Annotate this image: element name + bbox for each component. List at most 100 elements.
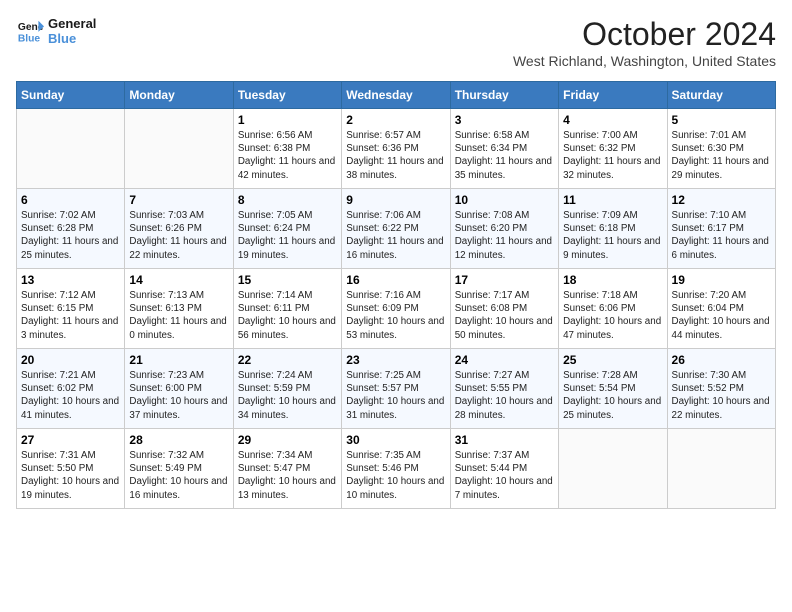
calendar-cell: 15 Sunrise: 7:14 AM Sunset: 6:11 PM Dayli…	[233, 269, 341, 349]
day-number: 31	[455, 433, 554, 447]
day-number: 11	[563, 193, 662, 207]
day-number: 30	[346, 433, 445, 447]
calendar-cell: 6 Sunrise: 7:02 AM Sunset: 6:28 PM Daylig…	[17, 189, 125, 269]
calendar-cell: 28Sunrise: 7:32 AM Sunset: 5:49 PM Dayli…	[125, 429, 233, 509]
cell-info: Sunrise: 7:14 AM Sunset: 6:11 PM Dayligh…	[238, 289, 337, 342]
cell-info: Sunrise: 7:34 AM Sunset: 5:47 PM Dayligh…	[238, 449, 337, 502]
cell-info: Sunrise: 7:21 AM Sunset: 6:02 PM Dayligh…	[21, 369, 120, 422]
weekday-header: Thursday	[450, 82, 558, 109]
cell-info: Sunrise: 6:58 AM Sunset: 6:34 PM Dayligh…	[455, 129, 554, 182]
calendar-cell: 27Sunrise: 7:31 AM Sunset: 5:50 PM Dayli…	[17, 429, 125, 509]
day-number: 21	[129, 353, 228, 367]
weekday-header: Sunday	[17, 82, 125, 109]
day-number: 3	[455, 113, 554, 127]
weekday-header: Saturday	[667, 82, 775, 109]
day-number: 22	[238, 353, 337, 367]
calendar-cell: 21Sunrise: 7:23 AM Sunset: 6:00 PM Dayli…	[125, 349, 233, 429]
calendar-week-row: 13 Sunrise: 7:12 AM Sunset: 6:15 PM Dayli…	[17, 269, 776, 349]
location-title: West Richland, Washington, United States	[513, 53, 776, 69]
cell-info: Sunrise: 7:02 AM Sunset: 6:28 PM Dayligh…	[21, 209, 120, 262]
calendar-cell: 31 Sunrise: 7:37 AM Sunset: 5:44 PM Dayli…	[450, 429, 558, 509]
cell-info: Sunrise: 7:35 AM Sunset: 5:46 PM Dayligh…	[346, 449, 445, 502]
cell-info: Sunrise: 7:37 AM Sunset: 5:44 PM Dayligh…	[455, 449, 554, 502]
calendar-cell: 19 Sunrise: 7:20 AM Sunset: 6:04 PM Dayli…	[667, 269, 775, 349]
cell-info: Sunrise: 7:09 AM Sunset: 6:18 PM Dayligh…	[563, 209, 662, 262]
day-number: 19	[672, 273, 771, 287]
calendar-cell	[667, 429, 775, 509]
calendar-cell: 8 Sunrise: 7:05 AM Sunset: 6:24 PM Daylig…	[233, 189, 341, 269]
day-number: 24	[455, 353, 554, 367]
calendar-cell: 13 Sunrise: 7:12 AM Sunset: 6:15 PM Dayli…	[17, 269, 125, 349]
logo: General Blue General Blue	[16, 16, 96, 46]
day-number: 5	[672, 113, 771, 127]
day-number: 23	[346, 353, 445, 367]
day-number: 14	[129, 273, 228, 287]
calendar-cell: 11 Sunrise: 7:09 AM Sunset: 6:18 PM Dayli…	[559, 189, 667, 269]
weekday-header: Tuesday	[233, 82, 341, 109]
calendar-cell: 5 Sunrise: 7:01 AM Sunset: 6:30 PM Daylig…	[667, 109, 775, 189]
calendar-cell: 14 Sunrise: 7:13 AM Sunset: 6:13 PM Dayli…	[125, 269, 233, 349]
day-number: 9	[346, 193, 445, 207]
cell-info: Sunrise: 7:10 AM Sunset: 6:17 PM Dayligh…	[672, 209, 771, 262]
calendar-cell: 22Sunrise: 7:24 AM Sunset: 5:59 PM Dayli…	[233, 349, 341, 429]
day-number: 25	[563, 353, 662, 367]
cell-info: Sunrise: 7:20 AM Sunset: 6:04 PM Dayligh…	[672, 289, 771, 342]
logo-line2: Blue	[48, 31, 96, 46]
day-number: 1	[238, 113, 337, 127]
calendar-cell	[125, 109, 233, 189]
page-header: General Blue General Blue October 2024 W…	[16, 16, 776, 69]
calendar-table: SundayMondayTuesdayWednesdayThursdayFrid…	[16, 81, 776, 509]
cell-info: Sunrise: 7:12 AM Sunset: 6:15 PM Dayligh…	[21, 289, 120, 342]
weekday-header-row: SundayMondayTuesdayWednesdayThursdayFrid…	[17, 82, 776, 109]
calendar-week-row: 1 Sunrise: 6:56 AM Sunset: 6:38 PM Daylig…	[17, 109, 776, 189]
svg-text:Blue: Blue	[18, 33, 41, 44]
calendar-cell: 9 Sunrise: 7:06 AM Sunset: 6:22 PM Daylig…	[342, 189, 450, 269]
cell-info: Sunrise: 7:31 AM Sunset: 5:50 PM Dayligh…	[21, 449, 120, 502]
day-number: 7	[129, 193, 228, 207]
cell-info: Sunrise: 6:56 AM Sunset: 6:38 PM Dayligh…	[238, 129, 337, 182]
cell-info: Sunrise: 7:01 AM Sunset: 6:30 PM Dayligh…	[672, 129, 771, 182]
cell-info: Sunrise: 7:27 AM Sunset: 5:55 PM Dayligh…	[455, 369, 554, 422]
logo-line1: General	[48, 16, 96, 31]
calendar-cell: 7 Sunrise: 7:03 AM Sunset: 6:26 PM Daylig…	[125, 189, 233, 269]
calendar-cell: 24 Sunrise: 7:27 AM Sunset: 5:55 PM Dayli…	[450, 349, 558, 429]
cell-info: Sunrise: 7:08 AM Sunset: 6:20 PM Dayligh…	[455, 209, 554, 262]
day-number: 4	[563, 113, 662, 127]
cell-info: Sunrise: 7:28 AM Sunset: 5:54 PM Dayligh…	[563, 369, 662, 422]
cell-info: Sunrise: 7:13 AM Sunset: 6:13 PM Dayligh…	[129, 289, 228, 342]
cell-info: Sunrise: 7:06 AM Sunset: 6:22 PM Dayligh…	[346, 209, 445, 262]
cell-info: Sunrise: 7:32 AM Sunset: 5:49 PM Dayligh…	[129, 449, 228, 502]
cell-info: Sunrise: 7:30 AM Sunset: 5:52 PM Dayligh…	[672, 369, 771, 422]
calendar-cell: 18Sunrise: 7:18 AM Sunset: 6:06 PM Dayli…	[559, 269, 667, 349]
cell-info: Sunrise: 6:57 AM Sunset: 6:36 PM Dayligh…	[346, 129, 445, 182]
calendar-week-row: 6 Sunrise: 7:02 AM Sunset: 6:28 PM Daylig…	[17, 189, 776, 269]
cell-info: Sunrise: 7:17 AM Sunset: 6:08 PM Dayligh…	[455, 289, 554, 342]
cell-info: Sunrise: 7:05 AM Sunset: 6:24 PM Dayligh…	[238, 209, 337, 262]
day-number: 15	[238, 273, 337, 287]
calendar-cell: 16 Sunrise: 7:16 AM Sunset: 6:09 PM Dayli…	[342, 269, 450, 349]
day-number: 2	[346, 113, 445, 127]
day-number: 10	[455, 193, 554, 207]
cell-info: Sunrise: 7:03 AM Sunset: 6:26 PM Dayligh…	[129, 209, 228, 262]
day-number: 12	[672, 193, 771, 207]
day-number: 6	[21, 193, 120, 207]
calendar-cell: 12 Sunrise: 7:10 AM Sunset: 6:17 PM Dayli…	[667, 189, 775, 269]
cell-info: Sunrise: 7:18 AM Sunset: 6:06 PM Dayligh…	[563, 289, 662, 342]
day-number: 17	[455, 273, 554, 287]
cell-info: Sunrise: 7:25 AM Sunset: 5:57 PM Dayligh…	[346, 369, 445, 422]
calendar-week-row: 27Sunrise: 7:31 AM Sunset: 5:50 PM Dayli…	[17, 429, 776, 509]
day-number: 13	[21, 273, 120, 287]
day-number: 16	[346, 273, 445, 287]
day-number: 8	[238, 193, 337, 207]
calendar-cell: 17 Sunrise: 7:17 AM Sunset: 6:08 PM Dayli…	[450, 269, 558, 349]
calendar-cell: 30 Sunrise: 7:35 AM Sunset: 5:46 PM Dayli…	[342, 429, 450, 509]
calendar-cell: 2 Sunrise: 6:57 AM Sunset: 6:36 PM Daylig…	[342, 109, 450, 189]
calendar-cell: 26Sunrise: 7:30 AM Sunset: 5:52 PM Dayli…	[667, 349, 775, 429]
calendar-week-row: 20Sunrise: 7:21 AM Sunset: 6:02 PM Dayli…	[17, 349, 776, 429]
cell-info: Sunrise: 7:16 AM Sunset: 6:09 PM Dayligh…	[346, 289, 445, 342]
calendar-cell: 4Sunrise: 7:00 AM Sunset: 6:32 PM Daylig…	[559, 109, 667, 189]
calendar-cell: 29Sunrise: 7:34 AM Sunset: 5:47 PM Dayli…	[233, 429, 341, 509]
weekday-header: Monday	[125, 82, 233, 109]
calendar-cell: 1 Sunrise: 6:56 AM Sunset: 6:38 PM Daylig…	[233, 109, 341, 189]
calendar-cell	[17, 109, 125, 189]
